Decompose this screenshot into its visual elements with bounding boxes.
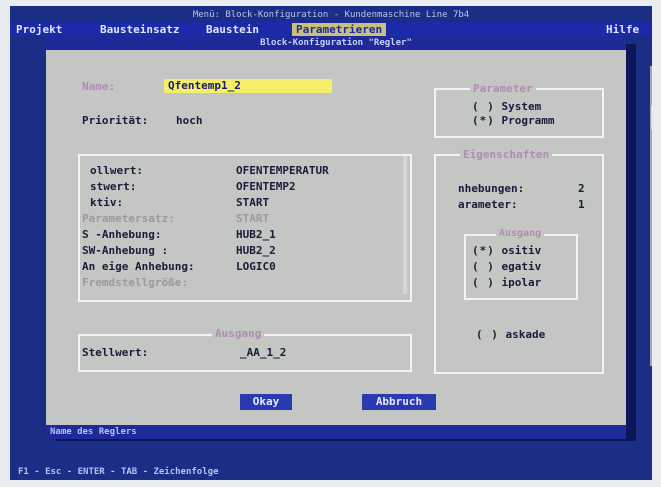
menu-item-bausteinsatz[interactable]: Bausteinsatz — [100, 23, 179, 36]
menu-item-hilfe[interactable]: Hilfe — [606, 23, 639, 36]
stellwert-value[interactable]: _AA_1_2 — [240, 346, 286, 359]
radio-icon: (*) — [472, 244, 495, 257]
eingang-label-sw-anhebung-1: S -Anhebung: — [82, 228, 162, 241]
eingang-value-aktiv[interactable]: START — [236, 196, 269, 209]
option-label: ositiv — [501, 244, 542, 257]
option-label: askade — [505, 328, 546, 341]
dialog-status-line: Name des Reglers — [46, 425, 626, 439]
option-label: System — [501, 100, 542, 113]
scrollbar-thumb[interactable] — [651, 106, 652, 130]
abbruch-button[interactable]: Abbruch — [362, 394, 436, 410]
prioritaet-value[interactable]: hoch — [176, 114, 203, 127]
eingang-value-anzeige-anhebung[interactable]: LOGIC0 — [236, 260, 276, 273]
option-label: Programm — [501, 114, 555, 127]
okay-button[interactable]: Okay — [240, 394, 292, 410]
eingang-value-sw-anhebung-1[interactable]: HUB2_1 — [236, 228, 276, 241]
prioritaet-label: Priorität: — [82, 114, 149, 127]
dialog-title: Block-Konfiguration "Regler" — [46, 36, 626, 50]
stellwert-label: Stellwert: — [82, 346, 149, 359]
option-label: egativ — [501, 260, 542, 273]
eingang-value-sollwert[interactable]: OFENTEMPERATUR — [236, 164, 329, 177]
option-label: ipolar — [501, 276, 542, 289]
eingang-label-fremdstellgroesse: Fremdstellgröße: — [82, 276, 188, 289]
dos-screen: Menü: Block-Konfiguration - Kundenmaschi… — [10, 6, 652, 480]
menu-item-parametrieren[interactable]: Parametrieren — [292, 23, 387, 36]
eingang-value-istwert[interactable]: OFENTEMP2 — [236, 180, 296, 193]
parameter-title: Parameter — [470, 82, 536, 95]
parameter-option-programm[interactable]: (*) Programm — [472, 114, 554, 127]
radio-icon: ( ) — [472, 260, 495, 273]
eigenschaften-title: Eigenschaften — [460, 148, 553, 161]
eigenschaften-value-parameter[interactable]: 1 — [578, 198, 585, 211]
eingang-label-parametersatz: Parametersatz: — [82, 212, 175, 225]
eigenschaften-label-parameter: arameter: — [458, 198, 518, 211]
eingang-label-aktiv: ktiv: — [90, 196, 124, 209]
radio-icon: (*) — [472, 114, 495, 127]
checkbox-icon: ( ) — [476, 328, 499, 341]
menu-item-projekt[interactable]: Projekt — [16, 23, 62, 36]
eingang-scrollbar[interactable] — [403, 156, 407, 294]
function-key-bar: F1 - Esc - ENTER - TAB - Zeichenfolge — [10, 465, 652, 480]
eingang-label-istwert: stwert: — [90, 180, 137, 193]
radio-icon: ( ) — [472, 100, 495, 113]
menu-item-baustein[interactable]: Baustein — [206, 23, 259, 36]
eigenschaften-value-anhebungen[interactable]: 2 — [578, 182, 585, 195]
window-title: Menü: Block-Konfiguration - Kundenmaschi… — [192, 10, 470, 20]
name-label: Name: — [82, 80, 116, 93]
parameter-option-system[interactable]: ( ) System — [472, 100, 541, 113]
eingang-label-sollwert: ollwert: — [90, 164, 143, 177]
eigenschaften-label-anhebungen: nhebungen: — [458, 182, 525, 195]
kaskade-checkbox[interactable]: ( ) askade — [476, 328, 545, 341]
eingang-value-sw-anhebung-2[interactable]: HUB2_2 — [236, 244, 276, 257]
menu-bar: Projekt Bausteinsatz Baustein Parametrie… — [10, 22, 652, 36]
name-input[interactable]: Qfentemp1_2 — [164, 79, 332, 93]
radio-icon: ( ) — [472, 276, 495, 289]
ausgang-type-title: Ausgang — [496, 228, 545, 239]
ausgang-option-bipolar[interactable]: ( ) ipolar — [472, 276, 541, 289]
ausgang-option-negativ[interactable]: ( ) egativ — [472, 260, 541, 273]
ausgang-title: Ausgang — [212, 327, 265, 340]
eingang-label-anzeige-anhebung: An eige Anhebung: — [82, 260, 195, 273]
parameter-group — [434, 88, 604, 138]
eingang-label-sw-anhebung-2: SW-Anhebung : — [82, 244, 169, 257]
background-scrollbar[interactable] — [650, 66, 652, 366]
block-config-dialog: Block-Konfiguration "Regler" Name: Qfent… — [46, 36, 626, 439]
eingang-value-parametersatz: START — [236, 212, 270, 225]
ausgang-option-positiv[interactable]: (*) ositiv — [472, 244, 541, 257]
